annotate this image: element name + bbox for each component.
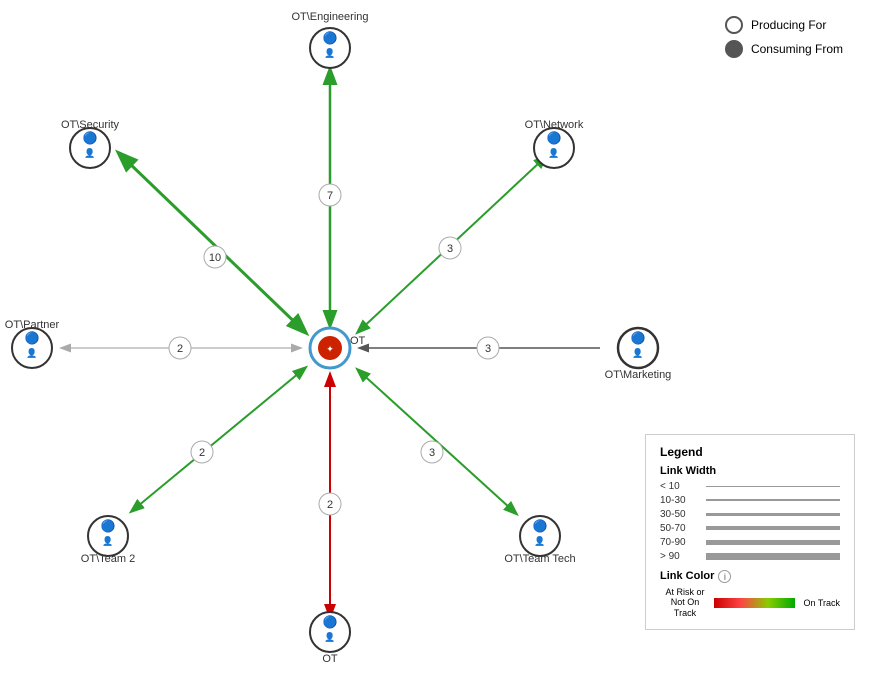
consuming-from-label: Consuming From	[751, 42, 843, 56]
team2-label: OT\Team 2	[81, 553, 135, 565]
lw-label-2: 10-30	[660, 495, 702, 506]
engineering-label: OT\Engineering	[291, 11, 368, 23]
partner-icon2: 👤	[26, 347, 37, 358]
link-color-info-icon[interactable]: i	[718, 570, 731, 583]
network-label: OT\Network	[525, 119, 584, 131]
lw-label-3: 30-50	[660, 509, 702, 520]
lw-line-3	[706, 513, 840, 516]
lw-row-1: < 10	[660, 481, 840, 492]
marketing-icon: 🔵	[631, 331, 646, 345]
lw-label-1: < 10	[660, 481, 702, 492]
edge-team2	[138, 368, 305, 506]
network-icon: 🔵	[547, 131, 562, 145]
partner-icon: 🔵	[25, 331, 40, 345]
consuming-from-item: Consuming From	[725, 40, 843, 58]
consuming-from-icon	[725, 40, 743, 58]
edge-label-2b: 2	[199, 447, 205, 459]
lw-row-6: > 90	[660, 551, 840, 562]
lw-row-4: 50-70	[660, 523, 840, 534]
edge-label-10: 10	[209, 252, 221, 264]
lw-line-2	[706, 499, 840, 501]
legend-box: Legend Link Width < 10 10-30 30-50 50-70…	[645, 434, 855, 630]
edge-label-3c: 3	[429, 447, 435, 459]
center-label: OT	[350, 335, 366, 347]
legend-title: Legend	[660, 445, 840, 459]
network-icon2: 👤	[548, 147, 559, 158]
at-risk-label: At Risk orNot On Track	[660, 587, 710, 619]
engineering-icon2: 👤	[324, 47, 335, 58]
lw-line-5	[706, 540, 840, 545]
center-star: ✦	[326, 344, 334, 354]
lw-row-3: 30-50	[660, 509, 840, 520]
edge-label-3b: 3	[485, 343, 491, 355]
link-color-gradient-row: At Risk orNot On Track On Track	[660, 587, 840, 619]
edge-label-7: 7	[327, 190, 333, 202]
marketing-label: OT\Marketing	[605, 369, 672, 381]
teamtech-icon: 🔵	[533, 519, 548, 533]
lw-line-4	[706, 526, 840, 530]
edge-teamtech	[358, 370, 510, 508]
ot-bottom-icon: 🔵	[323, 615, 338, 629]
lw-line-1	[706, 486, 840, 487]
lw-label-4: 50-70	[660, 523, 702, 534]
edge-label-2a: 2	[177, 343, 183, 355]
security-icon: 🔵	[83, 131, 98, 145]
lw-row-2: 10-30	[660, 495, 840, 506]
lw-line-6	[706, 553, 840, 560]
partner-label: OT\Partner	[5, 319, 60, 331]
lw-row-5: 70-90	[660, 537, 840, 548]
lw-label-5: 70-90	[660, 537, 702, 548]
security-icon2: 👤	[84, 147, 95, 158]
team2-icon: 🔵	[101, 519, 116, 533]
on-track-label: On Track	[803, 598, 840, 608]
ot-bottom-icon2: 👤	[324, 631, 335, 642]
producing-for-item: Producing For	[725, 16, 843, 34]
producing-for-icon	[725, 16, 743, 34]
team2-icon2: 👤	[102, 535, 113, 546]
security-label: OT\Security	[61, 119, 120, 131]
gradient-bar	[714, 598, 795, 608]
ot-bottom-label: OT	[322, 653, 338, 665]
top-legend: Producing For Consuming From	[725, 16, 843, 64]
teamtech-label: OT\Team Tech	[504, 553, 575, 565]
edge-label-2c: 2	[327, 499, 333, 511]
producing-for-label: Producing For	[751, 18, 826, 32]
link-width-title: Link Width	[660, 465, 840, 477]
link-color-title: Link Color i	[660, 570, 840, 583]
marketing-icon2: 👤	[632, 347, 643, 358]
lw-label-6: > 90	[660, 551, 702, 562]
engineering-icon: 🔵	[323, 31, 338, 45]
edge-label-3a: 3	[447, 243, 453, 255]
teamtech-icon2: 👤	[534, 535, 545, 546]
